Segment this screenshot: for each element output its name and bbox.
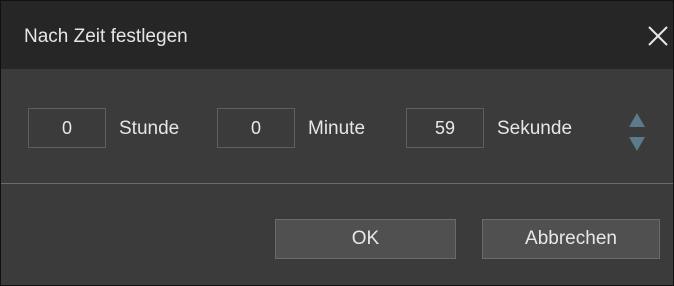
time-input-row: Stunde Minute Sekunde (1, 108, 673, 154)
divider (1, 183, 673, 184)
dialog-title: Nach Zeit festlegen (24, 26, 188, 47)
hours-input[interactable] (28, 108, 106, 148)
time-spinner (627, 110, 647, 154)
minutes-input[interactable] (217, 108, 295, 148)
seconds-input[interactable] (406, 108, 484, 148)
close-icon[interactable] (643, 21, 671, 49)
dialog-titlebar: Nach Zeit festlegen (1, 1, 673, 69)
arrow-up-icon[interactable] (627, 110, 647, 130)
seconds-label: Sekunde (497, 118, 573, 139)
minutes-label: Minute (308, 118, 366, 139)
hours-label: Stunde (119, 118, 180, 139)
cancel-button[interactable]: Abbrechen (482, 219, 660, 259)
set-time-dialog: Nach Zeit festlegen Stunde Minute Sekund… (0, 0, 674, 286)
ok-button[interactable]: OK (275, 219, 456, 259)
arrow-down-icon[interactable] (627, 134, 647, 154)
